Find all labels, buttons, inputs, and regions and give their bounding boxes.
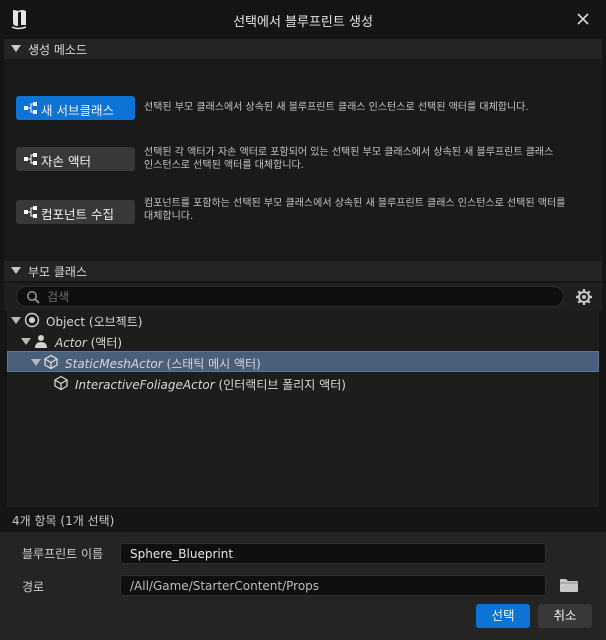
child-actor-label: 자손 액터 [41,154,91,169]
title-bar: 선택에서 블루프린트 생성 [0,0,606,38]
static-mesh-icon [54,375,68,391]
expand-arrow-icon[interactable] [21,338,31,345]
tree-row-static-mesh-actor[interactable]: StaticMeshActor (스태틱 메시 액터) [7,351,599,372]
creation-method-header[interactable]: 생성 메소드 [4,39,602,59]
search-icon [27,291,40,304]
path-label: 경로 [22,580,45,594]
close-icon[interactable] [574,10,592,28]
child-actor-description: 선택된 각 액터가 자손 액터로 포함되어 있는 선택된 부모 클래스에서 상속… [144,147,554,171]
blueprint-name-box[interactable] [120,543,546,564]
actor-icon [35,335,47,348]
path-box[interactable] [120,575,546,596]
object-icon [24,312,40,328]
blueprint-form: 블루프린트 이름 경로 선택 취소 [0,532,606,640]
cancel-button[interactable]: 취소 [538,604,592,628]
tree-label: Object (오브젝트) [46,315,143,329]
search-input[interactable] [47,289,547,305]
tree-row-object[interactable]: Object (오브젝트) [7,310,599,331]
blueprint-name-input[interactable] [130,546,540,562]
collapse-arrow-icon [11,267,21,274]
new-subclass-description: 선택된 부모 클래스에서 상속된 새 블루프린트 클래스 인스턴스로 선택된 액… [144,102,529,113]
harvest-components-description: 컴포넌트를 포함하는 선택된 부모 클래스에서 상속된 새 블루프린트 클래스 … [144,198,566,222]
tree-row-actor[interactable]: Actor (액터) [7,331,599,352]
parent-class-title: 부모 클래스 [28,265,88,279]
expand-arrow-icon[interactable] [31,359,41,366]
tree-label: InteractiveFoliageActor (인터랙티브 폴리지 액터) [75,378,346,392]
gear-icon[interactable] [574,287,594,307]
creation-method-panel: 새 서브클래스 선택된 부모 클래스에서 상속된 새 블루프린트 클래스 인스턴… [4,60,602,260]
hierarchy-icon [24,206,37,218]
tree-row-interactive-foliage-actor[interactable]: InteractiveFoliageActor (인터랙티브 폴리지 액터) [7,373,599,394]
window-title: 선택에서 블루프린트 생성 [233,15,373,30]
new-subclass-label: 새 서브클래스 [41,103,114,118]
folder-icon[interactable] [559,577,579,593]
search-row [4,283,602,310]
blueprint-name-label: 블루프린트 이름 [22,547,104,561]
class-tree: Object (오브젝트) Actor (액터) StaticMeshActor… [7,310,599,507]
hierarchy-icon [24,153,37,165]
hierarchy-icon [24,102,37,114]
child-actor-button[interactable]: 자손 액터 [16,147,135,171]
path-input[interactable] [130,578,540,594]
item-count-status: 4개 항목 (1개 선택) [12,514,115,528]
harvest-components-button[interactable]: 컴포넌트 수집 [16,200,135,224]
select-button[interactable]: 선택 [476,604,530,628]
new-subclass-button[interactable]: 새 서브클래스 [16,96,135,120]
parent-class-header[interactable]: 부모 클래스 [4,261,602,281]
expand-arrow-icon[interactable] [11,317,21,324]
search-box[interactable] [16,286,564,307]
tree-label: StaticMeshActor (스태틱 메시 액터) [65,357,261,371]
creation-method-title: 생성 메소드 [28,43,88,57]
harvest-components-label: 컴포넌트 수집 [41,207,114,222]
collapse-arrow-icon [11,45,21,52]
tree-label: Actor (액터) [55,336,123,350]
static-mesh-icon [44,354,58,370]
